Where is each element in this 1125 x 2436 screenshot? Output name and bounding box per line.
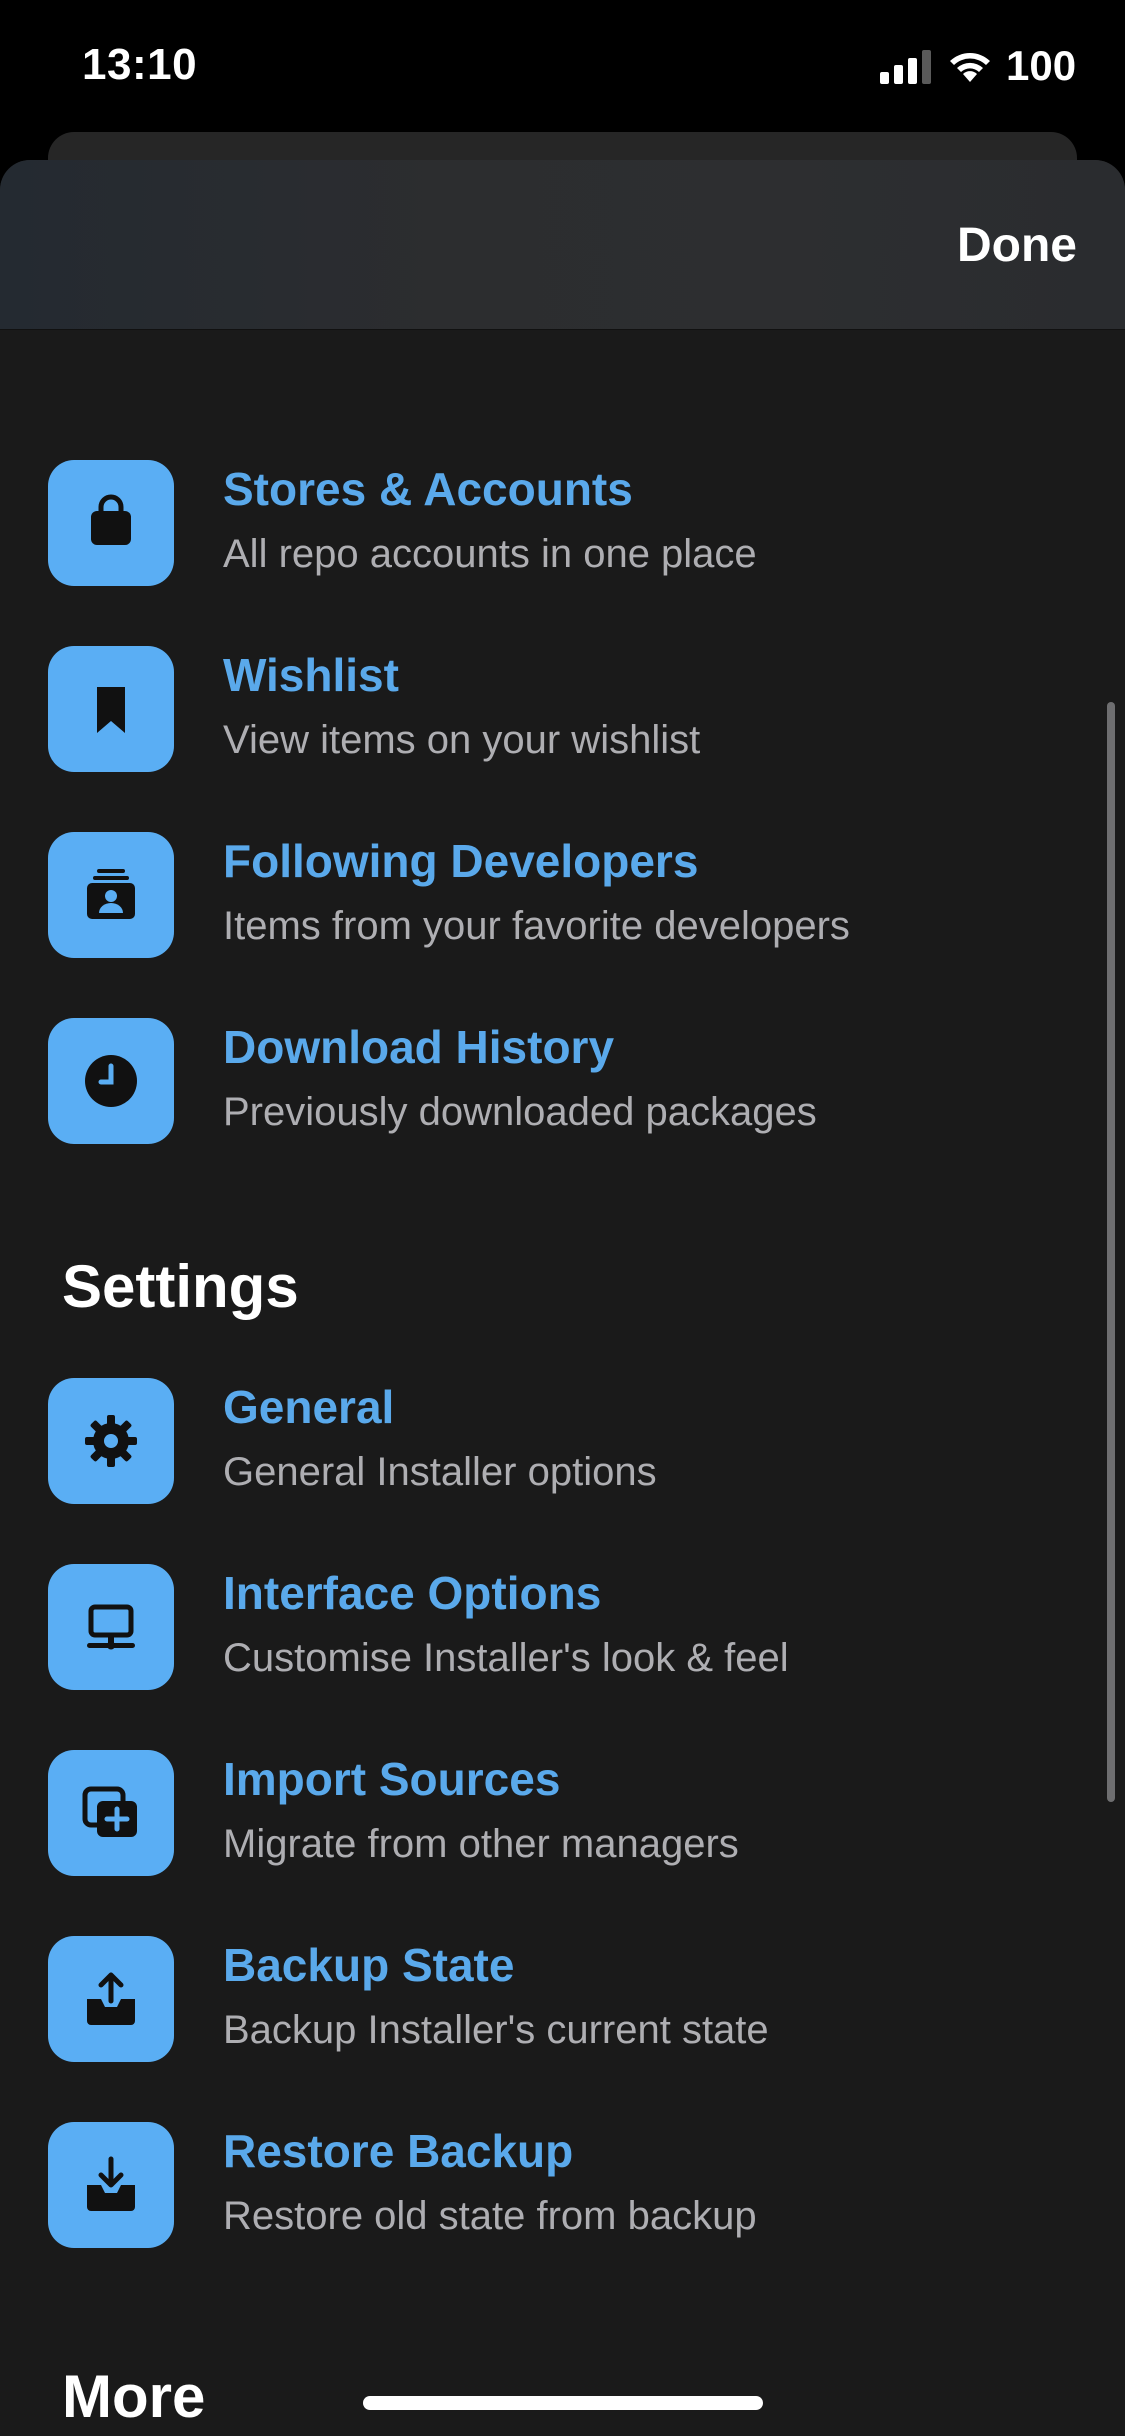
cellular-signal-icon xyxy=(880,50,931,84)
settings-sheet: Done Stores & Accounts All repo accounts… xyxy=(0,160,1125,2436)
item-subtitle: View items on your wishlist xyxy=(223,718,701,762)
list-item-backup-state[interactable]: Backup State Backup Installer's current … xyxy=(0,1918,1125,2068)
status-time: 13:10 xyxy=(82,40,198,89)
tray-upload-icon xyxy=(48,1936,174,2062)
item-subtitle: Migrate from other managers xyxy=(223,1822,739,1866)
done-button[interactable]: Done xyxy=(957,218,1077,273)
clock-icon xyxy=(48,1018,174,1144)
battery-level: 100 xyxy=(1006,42,1077,89)
settings-heading: Settings xyxy=(62,1253,299,1320)
item-title: Backup State xyxy=(223,1939,515,1991)
item-title: Stores & Accounts xyxy=(223,463,633,515)
item-title: General xyxy=(223,1381,395,1433)
item-subtitle: Backup Installer's current state xyxy=(223,2008,769,2052)
list-item-interface-options[interactable]: Interface Options Customise Installer's … xyxy=(0,1546,1125,1696)
list-item-restore-backup[interactable]: Restore Backup Restore old state from ba… xyxy=(0,2104,1125,2254)
more-heading: More xyxy=(62,2363,206,2430)
wifi-icon xyxy=(950,53,990,82)
tray-download-icon xyxy=(48,2122,174,2248)
item-subtitle: General Installer options xyxy=(223,1450,657,1494)
status-bar: 13:10 100 xyxy=(0,0,1125,135)
list-item-download-history[interactable]: Download History Previously downloaded p… xyxy=(0,1000,1125,1150)
item-subtitle: Customise Installer's look & feel xyxy=(223,1636,789,1680)
item-title: Import Sources xyxy=(223,1753,561,1805)
item-title: Interface Options xyxy=(223,1567,602,1619)
list-item-following-developers[interactable]: Following Developers Items from your fav… xyxy=(0,814,1125,964)
item-title: Restore Backup xyxy=(223,2125,574,2177)
person-card-icon xyxy=(48,832,174,958)
bookmark-icon xyxy=(48,646,174,772)
item-subtitle: All repo accounts in one place xyxy=(223,532,757,576)
bag-icon xyxy=(48,460,174,586)
scrollbar[interactable] xyxy=(1107,702,1115,1802)
item-subtitle: Items from your favorite developers xyxy=(223,904,850,948)
list-item-import-sources[interactable]: Import Sources Migrate from other manage… xyxy=(0,1732,1125,1882)
item-subtitle: Previously downloaded packages xyxy=(223,1090,817,1134)
sheet-header: Done xyxy=(0,160,1125,330)
stack-plus-icon xyxy=(48,1750,174,1876)
list-item-stores-accounts[interactable]: Stores & Accounts All repo accounts in o… xyxy=(0,442,1125,592)
list-item-general[interactable]: General General Installer options xyxy=(0,1360,1125,1510)
display-icon xyxy=(48,1564,174,1690)
gear-icon xyxy=(48,1378,174,1504)
item-title: Download History xyxy=(223,1021,615,1073)
item-subtitle: Restore old state from backup xyxy=(223,2194,757,2238)
list-item-wishlist[interactable]: Wishlist View items on your wishlist xyxy=(0,628,1125,778)
item-title: Wishlist xyxy=(223,649,399,701)
home-indicator[interactable] xyxy=(363,2396,763,2410)
item-title: Following Developers xyxy=(223,835,699,887)
